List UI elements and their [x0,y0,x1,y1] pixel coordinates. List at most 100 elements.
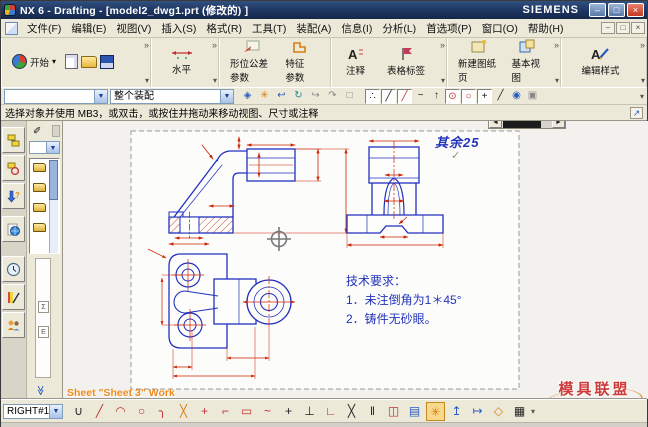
point-icon[interactable]: + [279,402,298,421]
pin-icon[interactable]: ✐ [33,126,41,137]
mdi-restore-button[interactable]: □ [616,22,630,34]
horizontal-dimension-button[interactable]: 水平 [165,44,199,79]
annotation-button[interactable]: A 注释 [341,43,370,80]
save-icon[interactable] [100,55,114,69]
overflow-chevron-icon[interactable]: » [212,40,217,50]
toolbar-options-icon[interactable]: ▾ [640,92,644,101]
navigator-combo[interactable]: ▼ [29,141,60,154]
undo-arrow-icon[interactable]: ↩ [274,89,289,104]
menu-assemblies[interactable]: 装配(A) [291,19,336,38]
show-constraints-icon[interactable]: ‖ [363,402,382,421]
scrollbar-thumb[interactable] [503,121,541,128]
toolbar-options-icon[interactable]: ▾ [641,76,645,85]
sheet-list[interactable] [29,158,60,254]
overflow-chevron-icon[interactable]: » [144,40,149,50]
history-tab[interactable] [2,256,25,282]
close-button[interactable]: × [627,3,644,17]
pocket-icon[interactable]: ◇ [489,402,508,421]
overflow-chevron-icon[interactable]: » [640,40,645,50]
mdi-minimize-button[interactable]: – [601,22,615,34]
menu-window[interactable]: 窗口(O) [477,19,523,38]
selection-filter-combo[interactable]: ▼ [4,89,108,104]
new-sheet-button[interactable]: 新建图纸页 [453,36,502,87]
roles-tab[interactable] [2,312,25,338]
toolbar-options-icon[interactable]: ▾ [213,76,217,85]
gdt-parameters-button[interactable]: 形位公差参数 [225,36,276,87]
project-curve-icon[interactable]: ↦ [468,402,487,421]
title-bar[interactable]: NX 6 - Drafting - [model2_dwg1.prt (修改的)… [1,1,647,19]
mirror-curve-icon[interactable]: ◫ [384,402,403,421]
menu-format[interactable]: 格式(R) [201,19,247,38]
selection-scope-combo[interactable]: 整个装配 ▼ [110,89,234,104]
arrow-snap-icon[interactable]: ↑ [429,89,444,104]
collapse-panel-icon[interactable]: ≫ [35,385,46,395]
toolbar-options-icon[interactable]: ▾ [145,76,149,85]
maximize-button[interactable]: □ [608,3,625,17]
chevron-down-icon[interactable]: ▼ [49,405,62,418]
start-button[interactable]: 开始▾ [7,51,61,72]
offset-curve-icon[interactable]: ↥ [447,402,466,421]
constraints-icon[interactable]: ∟ [321,402,340,421]
circle-snap-icon[interactable]: ○ [461,89,476,104]
popout-icon[interactable]: ↗ [630,107,643,119]
menu-analysis[interactable]: 分析(L) [377,19,421,38]
menu-preferences[interactable]: 首选项(P) [421,19,477,38]
minimize-button[interactable]: – [589,3,606,17]
arc-icon[interactable]: ◠ [111,402,130,421]
menu-view[interactable]: 视图(V) [111,19,156,38]
new-file-icon[interactable] [65,54,78,69]
chevron-down-icon[interactable]: ▼ [220,90,233,103]
cube-icon[interactable]: ▣ [525,89,540,104]
chamfer-icon[interactable]: ╳ [174,402,193,421]
scroll-left-icon[interactable]: ◄ [489,121,502,128]
auto-constrain-icon[interactable]: ╳ [342,402,361,421]
open-file-icon[interactable] [81,56,97,68]
rotate-icon[interactable]: ↻ [291,89,306,104]
chevron-down-icon[interactable]: ▼ [94,90,107,103]
globe-snap-icon[interactable]: ◉ [509,89,524,104]
quick-trim-icon[interactable]: + [195,402,214,421]
sheet-item-icon[interactable] [33,203,46,212]
toolbar-options-icon[interactable]: ▾ [555,76,559,85]
scrollbar-thumb[interactable] [49,160,58,200]
studio-spline-icon[interactable]: ~ [258,402,277,421]
fillet-icon[interactable]: ╮ [153,402,172,421]
profile-icon[interactable]: ∪ [69,402,88,421]
sheet-item-icon[interactable] [33,223,46,232]
snap-wand-icon[interactable]: ✳ [426,402,445,421]
sheet-item-icon[interactable] [33,183,46,192]
part-navigator-tab[interactable]: ? [2,183,25,209]
visualization-tab[interactable] [2,284,25,310]
circle-icon[interactable]: ○ [132,402,151,421]
sheet-item-icon[interactable] [33,163,46,172]
view-scrollbar[interactable]: ◄ ► [488,121,566,129]
rectangle-icon[interactable]: ▭ [237,402,256,421]
mid-point-icon[interactable]: ╱ [397,89,412,104]
toolbar-options-icon[interactable]: ▾ [531,407,535,416]
scroll-right-icon[interactable]: ► [552,121,565,128]
chevron-down-icon[interactable]: ▼ [46,142,59,153]
graphics-window[interactable]: ◄ ► 其余25 ✓ 技术要求： 1．未注倒角为1＊45° 2．铸件无砂眼。 S… [63,121,648,399]
menu-insert[interactable]: 插入(S) [156,19,201,38]
pattern-curve-icon[interactable]: ▤ [405,402,424,421]
redo-arrow2-icon[interactable]: ↷ [325,89,340,104]
base-view-button[interactable]: 基本视图 [506,36,548,87]
internet-tab[interactable] [2,216,25,242]
menu-file[interactable]: 文件(F) [22,19,66,38]
table-label-button[interactable]: 表格标签 [382,43,430,80]
point-slash-icon[interactable]: ╱ [493,89,508,104]
highlight-star-icon[interactable]: ✳ [257,89,272,104]
view-selector-combo[interactable]: RIGHT#1 ▼ [3,404,63,419]
menu-tools[interactable]: 工具(T) [247,19,291,38]
end-point-icon[interactable]: ╱ [381,89,396,104]
assembly-navigator-tab[interactable] [2,127,25,153]
perpendicular-constraint-icon[interactable]: ⊥ [300,402,319,421]
menu-edit[interactable]: 编辑(E) [66,19,111,38]
constraint-navigator-tab[interactable] [2,155,25,181]
menu-information[interactable]: 信息(I) [336,19,377,38]
toolbar-options-icon[interactable]: ▾ [441,76,445,85]
menu-help[interactable]: 帮助(H) [523,19,569,38]
overflow-chevron-icon[interactable]: » [554,40,559,50]
panel-scroll-icon[interactable] [52,125,60,137]
arc-center-icon[interactable]: ⊙ [445,89,460,104]
